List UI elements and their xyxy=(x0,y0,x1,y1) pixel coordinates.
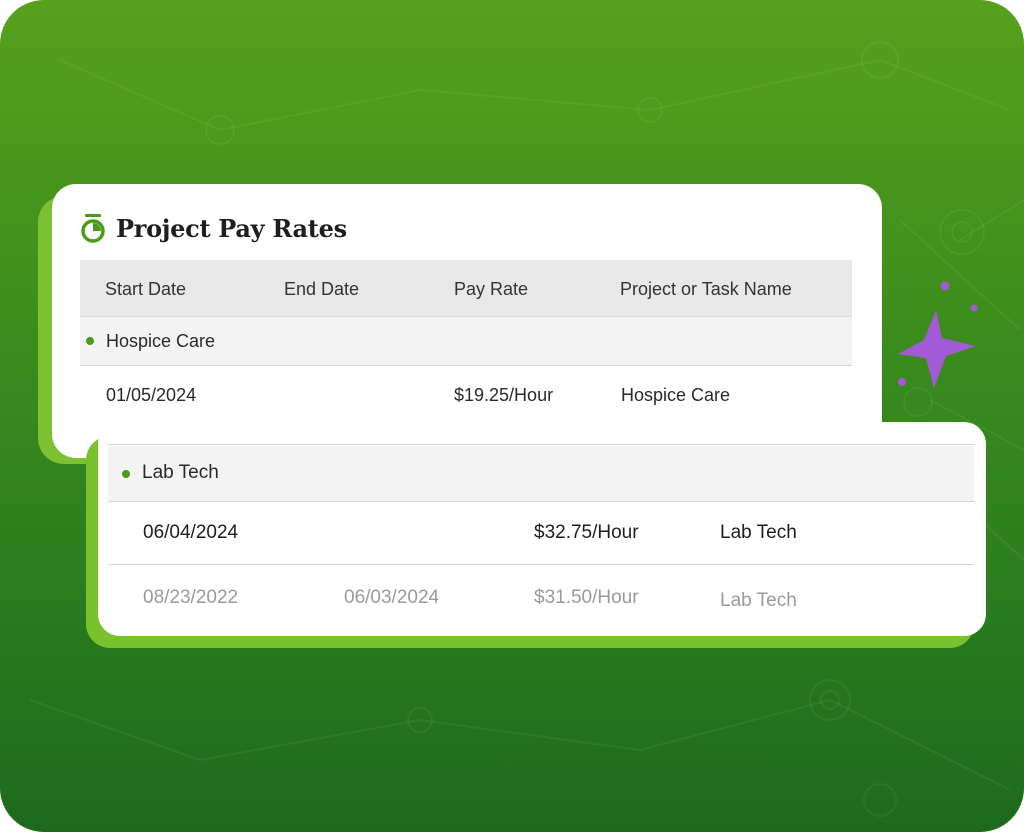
group-status-dot xyxy=(122,470,130,478)
cell-pay-rate: $32.75/Hour xyxy=(534,522,639,543)
table-header: Start Date End Date Pay Rate Project or … xyxy=(80,260,852,317)
cell-pay-rate: $31.50/Hour xyxy=(534,587,639,608)
group-row-hospice-care[interactable]: Hospice Care xyxy=(80,317,852,366)
divider xyxy=(108,444,974,445)
table-row[interactable]: 06/04/2024 $32.75/Hour Lab Tech xyxy=(108,502,974,565)
illustration-frame: Project Pay Rates Start Date End Date Pa… xyxy=(0,0,1024,832)
column-header-end-date[interactable]: End Date xyxy=(284,279,359,300)
cell-start-date: 01/05/2024 xyxy=(106,385,197,405)
cell-start-date: 08/23/2022 xyxy=(143,587,239,608)
group-row-lab-tech[interactable]: Lab Tech xyxy=(108,446,974,502)
cell-start-date: 06/04/2024 xyxy=(143,522,239,543)
column-header-project-name[interactable]: Project or Task Name xyxy=(620,279,792,300)
card-header: Project Pay Rates xyxy=(80,210,347,246)
lab-tech-card: Lab Tech 06/04/2024 $32.75/Hour Lab Tech… xyxy=(98,422,986,636)
table-row[interactable]: 01/05/2024 $19.25/Hour Hospice Care xyxy=(80,366,852,422)
cell-project-name: Lab Tech xyxy=(720,522,797,543)
card-title: Project Pay Rates xyxy=(116,213,347,243)
cell-pay-rate: $19.25/Hour xyxy=(454,385,554,405)
group-label: Lab Tech xyxy=(142,462,219,483)
stopwatch-icon xyxy=(81,214,105,243)
sparkle-icon xyxy=(898,281,978,388)
pay-rates-card: Project Pay Rates Start Date End Date Pa… xyxy=(52,184,882,458)
column-header-pay-rate[interactable]: Pay Rate xyxy=(454,279,528,300)
cell-project-name: Hospice Care xyxy=(621,385,731,405)
column-header-start-date[interactable]: Start Date xyxy=(105,279,186,300)
cell-project-name: Lab Tech xyxy=(720,590,797,611)
cell-end-date: 06/03/2024 xyxy=(344,587,440,608)
group-label: Hospice Care xyxy=(106,331,216,351)
group-status-dot xyxy=(86,337,94,345)
table-row[interactable]: 08/23/2022 06/03/2024 $31.50/Hour Lab Te… xyxy=(108,565,974,631)
